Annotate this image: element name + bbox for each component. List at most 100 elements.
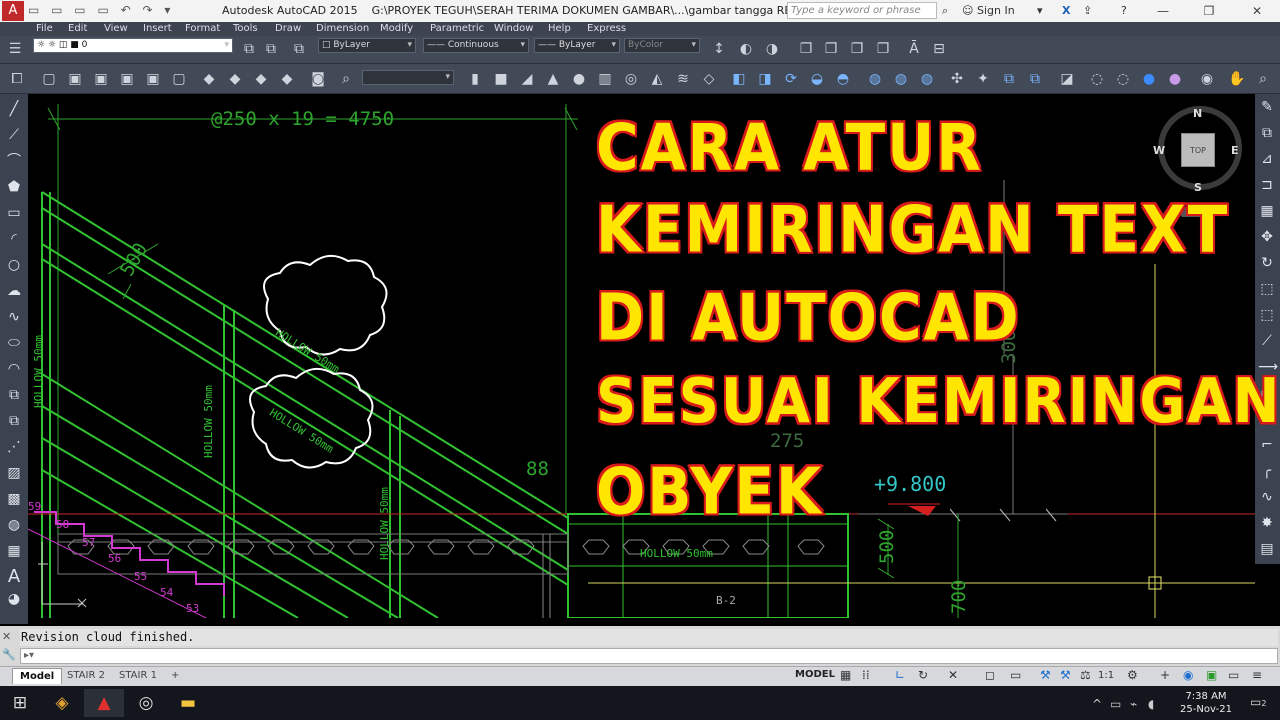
speaker-icon[interactable]: ◖	[1148, 697, 1154, 711]
mirror-icon[interactable]: ⊿	[1258, 150, 1276, 168]
zoom-realtime-icon[interactable]: ⌕	[1254, 70, 1272, 88]
isolate-icon[interactable]: ◉	[1183, 668, 1193, 682]
viewcube-north[interactable]: N	[1193, 107, 1202, 120]
bottom-view-icon[interactable]: ▣	[92, 70, 110, 88]
isodraft-icon[interactable]: ✕	[948, 668, 958, 682]
insert-block-icon[interactable]: ⧉	[5, 386, 23, 404]
scale-icon[interactable]: ⬚	[1258, 280, 1276, 298]
chamfer-icon[interactable]: ⌐	[1258, 436, 1276, 454]
sign-in-link[interactable]: Sign In	[977, 4, 1015, 17]
obs-taskbar-icon[interactable]: ◎	[126, 689, 166, 717]
sweep-icon[interactable]: ⟳	[782, 70, 800, 88]
notification-icon[interactable]: ▭2	[1250, 695, 1266, 709]
lineweight-icon[interactable]: ▭	[1010, 668, 1021, 682]
explode-icon[interactable]: ✸	[1258, 514, 1276, 532]
extrude-icon[interactable]: ◧	[730, 70, 748, 88]
new-layout-button[interactable]: +	[164, 668, 186, 684]
add-selected-icon[interactable]: ◕	[5, 590, 23, 608]
color-dropdown[interactable]: □ ByLayer	[318, 38, 416, 53]
dimension-88[interactable]: 88	[526, 458, 549, 480]
array-icon[interactable]: ▦	[1258, 202, 1276, 220]
file-explorer-icon[interactable]: ▬	[168, 689, 208, 717]
point-icon[interactable]: ⋰	[5, 438, 23, 456]
autocad-taskbar-icon[interactable]: ▲	[84, 689, 124, 717]
sign-in-dropdown-icon[interactable]: ▾	[1037, 4, 1043, 17]
application-menu-button[interactable]: A	[2, 1, 24, 21]
pinned-app-icon[interactable]: ◈	[42, 689, 82, 717]
conceptual-icon[interactable]: ●	[1166, 70, 1184, 88]
dimension-700[interactable]: 700	[948, 580, 970, 614]
subtract-icon[interactable]: ◍	[892, 70, 910, 88]
stretch-icon[interactable]: ⬚	[1258, 306, 1276, 324]
left-view-icon[interactable]: ▣	[118, 70, 136, 88]
se-iso-icon[interactable]: ◆	[226, 70, 244, 88]
cylinder-icon[interactable]: ▥	[596, 70, 614, 88]
helix-icon[interactable]: ≋	[674, 70, 692, 88]
wedge-icon[interactable]: ◢	[518, 70, 536, 88]
hollow-label-baluster1[interactable]: HOLLOW 50mm	[202, 385, 215, 458]
properties-icon[interactable]: ▤	[1258, 540, 1276, 558]
nw-iso-icon[interactable]: ◆	[278, 70, 296, 88]
box-view-icon[interactable]: ▢	[40, 70, 58, 88]
3d-align-icon[interactable]: ⧉	[1000, 70, 1018, 88]
help-icon[interactable]: ?	[1121, 4, 1127, 17]
line-icon[interactable]: ╱	[5, 100, 23, 118]
front-view-icon[interactable]: ▢	[170, 70, 188, 88]
clean-screen-icon[interactable]: ▭	[1228, 668, 1239, 682]
close-command-icon[interactable]: ✕	[2, 630, 11, 643]
polygon-icon[interactable]: ⬟	[5, 178, 23, 196]
ucs-icon[interactable]: ⧠	[8, 70, 26, 88]
pan-realtime-icon[interactable]: ↕	[710, 40, 728, 58]
viewcube-west[interactable]: W	[1153, 144, 1165, 157]
quick-access-toolbar[interactable]: ▭ ▭ ▭ ▭ ↶ ↷ ▾	[28, 3, 174, 17]
pan-hand-icon[interactable]: ✋	[1228, 70, 1246, 88]
tab-stair-2[interactable]: STAIR 2	[60, 668, 112, 684]
restore-button[interactable]: ❐	[1186, 0, 1232, 22]
right-view-icon[interactable]: ▣	[144, 70, 162, 88]
dimension-top[interactable]: @250 x 19 = 4750	[211, 108, 394, 130]
hatch-icon[interactable]: ▨	[5, 464, 23, 482]
make-current-icon[interactable]: ⧉	[290, 40, 308, 58]
menu-parametric[interactable]: Parametric	[430, 23, 484, 34]
menu-help[interactable]: Help	[548, 23, 571, 34]
wireframe-icon[interactable]: ◌	[1088, 70, 1106, 88]
torus-icon[interactable]: ◎	[622, 70, 640, 88]
mtext-icon[interactable]: A	[5, 568, 23, 586]
presspull-icon[interactable]: ◨	[756, 70, 774, 88]
planar-surface-icon[interactable]: ◇	[700, 70, 718, 88]
elevation-label[interactable]: +9.800	[874, 472, 946, 496]
sw-iso-icon[interactable]: ◆	[200, 70, 218, 88]
lineweight-dropdown[interactable]: —— ByLayer	[534, 38, 620, 53]
menu-view[interactable]: View	[104, 23, 128, 34]
hollow-label-post[interactable]: HOLLOW 50mm	[32, 335, 45, 408]
menu-window[interactable]: Window	[494, 23, 533, 34]
windows-start-icon[interactable]: ⊞	[0, 689, 40, 717]
step-number[interactable]: 54	[160, 586, 173, 599]
menu-file[interactable]: File	[36, 23, 53, 34]
a360-icon[interactable]: ⇪	[1083, 4, 1092, 17]
camera-icon[interactable]: ◙	[309, 70, 327, 88]
autoscale-icon[interactable]: ⚒	[1060, 668, 1071, 682]
spline-icon[interactable]: ∿	[5, 308, 23, 326]
annotation-scale-icon[interactable]: ⚖	[1080, 668, 1091, 682]
step-number[interactable]: 55	[134, 570, 147, 583]
cascade-icon[interactable]: ❐	[797, 40, 815, 58]
3d-rotate-icon[interactable]: ✦	[974, 70, 992, 88]
polyline-icon[interactable]: ⌒	[5, 152, 23, 170]
viewcube-top-face[interactable]: TOP	[1181, 133, 1215, 167]
layer-dropdown[interactable]: ☼ ☼ ◫ ■ 0	[33, 38, 233, 53]
step-number[interactable]: 59	[28, 500, 41, 513]
blend-icon[interactable]: ∿	[1258, 488, 1276, 506]
region-icon[interactable]: ◍	[5, 516, 23, 534]
tray-icon[interactable]: ▭	[1110, 697, 1121, 711]
rotate-icon[interactable]: ↻	[1258, 254, 1276, 272]
menu-insert[interactable]: Insert	[143, 23, 172, 34]
menu-express[interactable]: Express	[587, 23, 626, 34]
step-number[interactable]: 58	[56, 518, 69, 531]
tray-icon[interactable]: ⌁	[1130, 697, 1137, 711]
circle-icon[interactable]: ○	[5, 256, 23, 274]
close-button[interactable]: ✕	[1234, 0, 1280, 22]
menu-tools[interactable]: Tools	[233, 23, 258, 34]
free-orbit-icon[interactable]: ◑	[763, 40, 781, 58]
ellipse-icon[interactable]: ⬭	[5, 334, 23, 352]
